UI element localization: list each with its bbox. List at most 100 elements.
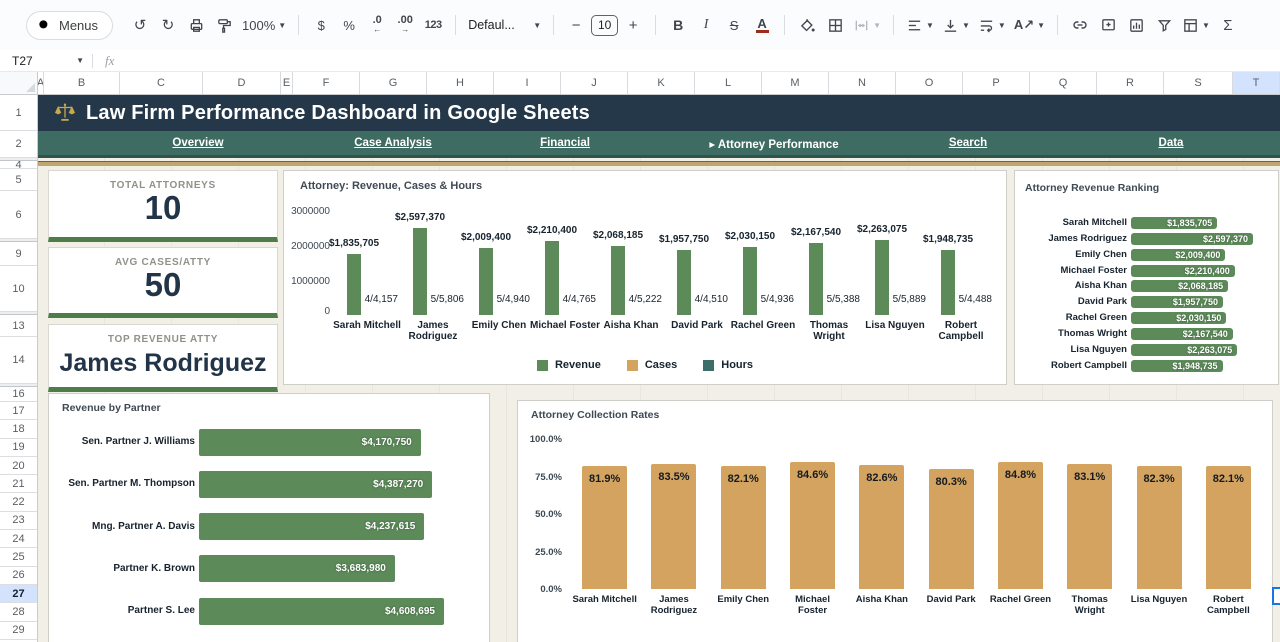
zoom-select[interactable]: 100%▼ [239,12,289,39]
text-rotation-button[interactable]: A↗ ▼ [1011,12,1048,39]
row-header-21[interactable]: 21 [0,475,37,493]
fill-color-button[interactable] [794,12,820,39]
strikethrough-button[interactable]: S [721,12,747,39]
horizontal-align-button[interactable]: ▼ [903,12,937,39]
merge-cells-button[interactable]: ▼ [850,12,884,39]
column-header-T[interactable]: T [1233,72,1280,94]
column-header-F[interactable]: F [293,72,360,94]
increase-font-size-button[interactable]: + [620,12,646,39]
rank-value: $2,030,150 [1131,312,1221,324]
row-header-17[interactable]: 17 [0,402,37,420]
bold-button[interactable]: B [665,12,691,39]
italic-button[interactable]: I [693,12,719,39]
column-header-Q[interactable]: Q [1030,72,1097,94]
row-header-6[interactable]: 6 [0,191,37,239]
selected-cell[interactable] [1272,587,1280,605]
row-header-13[interactable]: 13 [0,315,37,337]
functions-button[interactable]: Σ [1215,12,1241,39]
column-header-H[interactable]: H [427,72,494,94]
undo-button[interactable]: ↺ [127,12,153,39]
row-header-9[interactable]: 9 [0,242,37,266]
increase-decimal-button[interactable]: .00→ [392,12,418,39]
number-format-button[interactable]: 123 [420,12,446,39]
column-header-S[interactable]: S [1164,72,1233,94]
kpi-top-revenue-atty[interactable]: TOP REVENUE ATTY James Rodriguez [48,324,278,392]
insert-chart-button[interactable] [1123,12,1149,39]
column-header-P[interactable]: P [963,72,1030,94]
text-color-button[interactable]: A [749,12,775,39]
arrow-right-icon: → [401,25,409,34]
table-views-button[interactable]: ▼ [1179,12,1213,39]
nav-link-search[interactable]: Search [949,137,987,149]
nav-link-attorney-performance[interactable]: ▸ Attorney Performance [709,137,838,151]
name-box[interactable]: T27 ▼ [0,54,92,68]
column-header-O[interactable]: O [896,72,963,94]
create-filter-button[interactable] [1151,12,1177,39]
rank-name: James Rodriguez [1015,233,1127,245]
row-header-24[interactable]: 24 [0,530,37,548]
row-header-19[interactable]: 19 [0,439,37,457]
column-header-R[interactable]: R [1097,72,1164,94]
borders-icon [827,17,844,34]
rank-value: $1,948,735 [1131,360,1218,372]
font-size-input[interactable]: 10 [591,15,618,36]
row-header-4[interactable]: 4 [0,161,37,169]
format-currency-button[interactable]: $ [308,12,334,39]
column-header-B[interactable]: B [44,72,120,94]
decrease-decimal-button[interactable]: .0← [364,12,390,39]
chart-revenue-ranking[interactable]: Attorney Revenue Ranking Sarah Mitchell$… [1014,170,1279,385]
print-button[interactable] [183,12,209,39]
row-header-10[interactable]: 10 [0,266,37,312]
column-header-G[interactable]: G [360,72,427,94]
redo-button[interactable]: ↻ [155,12,181,39]
kpi-avg-cases[interactable]: AVG CASES/ATTY 50 [48,247,278,318]
row-header-23[interactable]: 23 [0,512,37,530]
font-select[interactable]: Defaul...▼ [465,12,544,39]
row-header-20[interactable]: 20 [0,457,37,475]
text-wrap-button[interactable]: ▼ [975,12,1009,39]
insert-link-button[interactable] [1067,12,1093,39]
nav-link-financial[interactable]: Financial [540,137,590,149]
row-header-29[interactable]: 29 [0,622,37,640]
row-header-26[interactable]: 26 [0,567,37,585]
chart-revenue-cases-hours[interactable]: Attorney: Revenue, Cases & Hours 3000000… [283,170,1007,385]
paint-format-button[interactable] [211,12,237,39]
chart-revenue-by-partner[interactable]: Revenue by Partner Sen. Partner J. Willi… [48,393,490,642]
row-header-22[interactable]: 22 [0,493,37,511]
column-header-J[interactable]: J [561,72,628,94]
format-percent-button[interactable]: % [336,12,362,39]
row-header-28[interactable]: 28 [0,603,37,621]
select-all-corner[interactable] [0,72,38,95]
rank-name: David Park [1015,296,1127,308]
column-header-N[interactable]: N [829,72,896,94]
kpi-total-attorneys[interactable]: TOTAL ATTORNEYS 10 [48,170,278,242]
column-header-C[interactable]: C [120,72,203,94]
row-header-27[interactable]: 27 [0,585,37,603]
row-header-14[interactable]: 14 [0,337,37,384]
column-header-E[interactable]: E [281,72,293,94]
chart-collection-rates[interactable]: Attorney Collection Rates 100.0%75.0%50.… [517,400,1273,642]
borders-button[interactable] [822,12,848,39]
column-header-D[interactable]: D [203,72,281,94]
row-header-1[interactable]: 1 [0,95,37,131]
row-header-2[interactable]: 2 [0,131,37,158]
vertical-align-button[interactable]: ▼ [939,12,973,39]
menus-search[interactable]: Menus [26,11,113,40]
cases-hours-label: 4/5,222 [618,294,662,305]
column-header-I[interactable]: I [494,72,561,94]
column-header-L[interactable]: L [695,72,762,94]
category-label: Emily Chen [705,595,782,606]
y-axis-tick: 0.0% [518,584,562,595]
nav-link-data[interactable]: Data [1159,137,1184,149]
row-header-18[interactable]: 18 [0,420,37,438]
row-header-16[interactable]: 16 [0,387,37,402]
chart-title: Attorney Collection Rates [531,409,659,421]
row-header-25[interactable]: 25 [0,548,37,566]
column-header-K[interactable]: K [628,72,695,94]
row-header-5[interactable]: 5 [0,169,37,191]
nav-link-overview[interactable]: Overview [172,137,223,149]
insert-comment-button[interactable] [1095,12,1121,39]
decrease-font-size-button[interactable]: − [563,12,589,39]
nav-link-case-analysis[interactable]: Case Analysis [354,137,432,149]
column-header-M[interactable]: M [762,72,829,94]
